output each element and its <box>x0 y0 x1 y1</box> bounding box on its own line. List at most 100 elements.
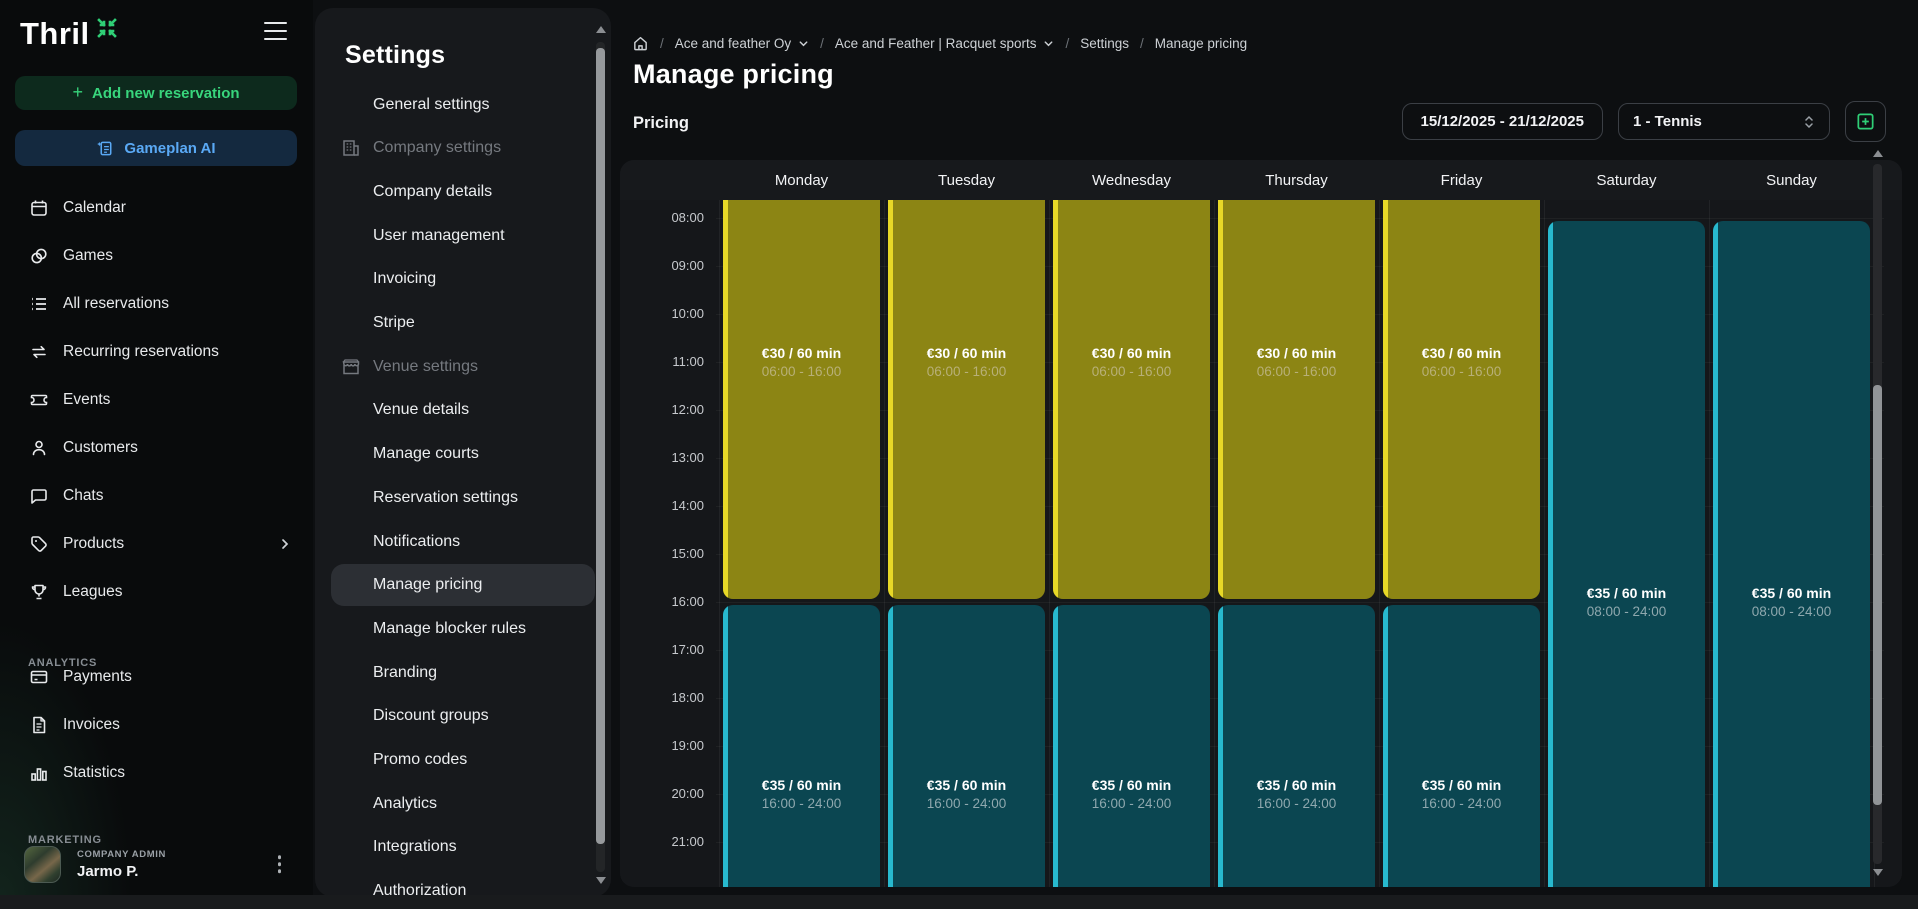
settings-item-branding[interactable]: Branding <box>315 653 597 693</box>
column-gridline <box>1544 200 1545 887</box>
settings-item-authorization[interactable]: Authorization <box>315 871 597 897</box>
settings-item-reservation-settings[interactable]: Reservation settings <box>315 478 597 518</box>
scroll-up-icon[interactable] <box>596 26 606 33</box>
pricing-block[interactable]: €35 / 60 min08:00 - 24:00 <box>1713 221 1870 887</box>
time-label: 15:00 <box>620 545 704 563</box>
pricing-block[interactable]: €30 / 60 min06:00 - 16:00 <box>723 200 880 599</box>
time-label: 11:00 <box>620 353 704 371</box>
home-icon[interactable] <box>632 35 649 52</box>
settings-item-analytics[interactable]: Analytics <box>315 784 597 824</box>
breadcrumb-company[interactable]: Ace and feather Oy <box>675 36 809 51</box>
add-reservation-button[interactable]: + Add new reservation <box>15 76 297 110</box>
block-price: €35 / 60 min <box>1092 776 1171 794</box>
breadcrumb: / Ace and feather Oy / Ace and Feather |… <box>632 35 1247 52</box>
scroll-up-icon[interactable] <box>1873 150 1883 157</box>
block-price: €30 / 60 min <box>762 344 841 362</box>
sidebar-item-customers[interactable]: Customers <box>0 424 313 472</box>
kebab-menu-icon[interactable] <box>278 855 282 873</box>
scroll-down-icon[interactable] <box>1873 869 1883 876</box>
day-header-thursday: Thursday <box>1218 160 1375 200</box>
scrollbar-thumb[interactable] <box>596 48 605 844</box>
settings-item-user-management[interactable]: User management <box>315 216 597 256</box>
menu-toggle-icon[interactable] <box>264 22 287 40</box>
settings-item-stripe[interactable]: Stripe <box>315 303 597 343</box>
breadcrumb-settings[interactable]: Settings <box>1080 36 1129 51</box>
pricing-block[interactable]: €35 / 60 min08:00 - 24:00 <box>1548 221 1705 887</box>
settings-item-invoicing[interactable]: Invoicing <box>315 259 597 299</box>
logo-spark-icon <box>95 16 119 40</box>
app-root: Thril + Add new reservation <box>0 0 1918 909</box>
court-select[interactable]: 1 - Tennis <box>1618 103 1830 140</box>
sidebar-item-products[interactable]: Products <box>0 520 313 568</box>
block-accent-stripe <box>1548 221 1553 887</box>
block-price: €30 / 60 min <box>1092 344 1171 362</box>
block-accent-stripe <box>1053 200 1058 599</box>
pricing-block[interactable]: €35 / 60 min16:00 - 24:00 <box>1053 605 1210 887</box>
sidebar-item-calendar[interactable]: Calendar <box>0 184 313 232</box>
gameplan-ai-button[interactable]: Gameplan AI <box>15 130 297 166</box>
sidebar-item-games[interactable]: Games <box>0 232 313 280</box>
block-time-range: 06:00 - 16:00 <box>1422 363 1502 381</box>
ticket-icon <box>28 390 49 411</box>
sidebar-item-all-reservations[interactable]: All reservations <box>0 280 313 328</box>
logo[interactable]: Thril <box>20 16 119 52</box>
pricing-block[interactable]: €30 / 60 min06:00 - 16:00 <box>1383 200 1540 599</box>
pricing-block[interactable]: €35 / 60 min16:00 - 24:00 <box>1383 605 1540 887</box>
time-label: 08:00 <box>620 209 704 227</box>
day-header-monday: Monday <box>723 160 880 200</box>
settings-item-company-details[interactable]: Company details <box>315 172 597 212</box>
settings-item-venue-details[interactable]: Venue details <box>315 390 597 430</box>
block-accent-stripe <box>723 605 728 887</box>
scrollbar-thumb[interactable] <box>1873 385 1882 805</box>
building-icon <box>341 138 361 158</box>
block-time-range: 16:00 - 24:00 <box>927 795 1007 813</box>
bar-chart-icon <box>28 763 49 784</box>
block-price: €30 / 60 min <box>1257 344 1336 362</box>
block-price: €35 / 60 min <box>1257 776 1336 794</box>
pricing-block[interactable]: €30 / 60 min06:00 - 16:00 <box>1053 200 1210 599</box>
credit-card-icon <box>28 667 49 688</box>
breadcrumb-venue[interactable]: Ace and Feather | Racquet sports <box>835 36 1055 51</box>
settings-title: Settings <box>345 41 445 70</box>
block-time-range: 16:00 - 24:00 <box>1422 795 1502 813</box>
plus-square-icon <box>1855 111 1876 132</box>
settings-item-discount-groups[interactable]: Discount groups <box>315 696 597 736</box>
pricing-block[interactable]: €30 / 60 min06:00 - 16:00 <box>888 200 1045 599</box>
scroll-down-icon[interactable] <box>596 877 606 884</box>
grid-scrollbar[interactable] <box>1873 150 1882 880</box>
repeat-icon <box>28 342 49 363</box>
sidebar-item-leagues[interactable]: Leagues <box>0 568 313 616</box>
sidebar-item-payments[interactable]: Payments <box>0 653 313 701</box>
select-chevrons-icon <box>1803 114 1815 130</box>
sidebar-item-chats[interactable]: Chats <box>0 472 313 520</box>
settings-item-promo-codes[interactable]: Promo codes <box>315 740 597 780</box>
settings-item-integrations[interactable]: Integrations <box>315 827 597 867</box>
pricing-block[interactable]: €30 / 60 min06:00 - 16:00 <box>1218 200 1375 599</box>
settings-item-manage-pricing[interactable]: Manage pricing <box>315 565 597 605</box>
pricing-block[interactable]: €35 / 60 min16:00 - 24:00 <box>888 605 1045 887</box>
day-header-saturday: Saturday <box>1548 160 1705 200</box>
time-label: 12:00 <box>620 401 704 419</box>
settings-scrollbar[interactable] <box>596 22 605 890</box>
grid-day-header-row: MondayTuesdayWednesdayThursdayFridaySatu… <box>620 160 1902 200</box>
trophy-icon <box>28 582 49 603</box>
sidebar-analytics-nav: Payments Invoices Statistics <box>0 653 313 797</box>
time-label: 18:00 <box>620 689 704 707</box>
date-range-button[interactable]: 15/12/2025 - 21/12/2025 <box>1402 103 1603 140</box>
time-label: 19:00 <box>620 737 704 755</box>
time-label: 14:00 <box>620 497 704 515</box>
user-menu[interactable]: COMPANY ADMIN Jarmo P. <box>0 838 313 890</box>
pricing-block[interactable]: €35 / 60 min16:00 - 24:00 <box>1218 605 1375 887</box>
settings-item-manage-blocker-rules[interactable]: Manage blocker rules <box>315 609 597 649</box>
sidebar-item-statistics[interactable]: Statistics <box>0 749 313 797</box>
add-pricing-button[interactable] <box>1845 101 1886 142</box>
pricing-block[interactable]: €35 / 60 min16:00 - 24:00 <box>723 605 880 887</box>
column-gridline <box>1379 200 1380 887</box>
sidebar-item-events[interactable]: Events <box>0 376 313 424</box>
sidebar-item-invoices[interactable]: Invoices <box>0 701 313 749</box>
settings-item-notifications[interactable]: Notifications <box>315 522 597 562</box>
sidebar-item-recurring-reservations[interactable]: Recurring reservations <box>0 328 313 376</box>
block-price: €35 / 60 min <box>1752 584 1831 602</box>
settings-item-general-settings[interactable]: General settings <box>315 85 597 125</box>
settings-item-manage-courts[interactable]: Manage courts <box>315 434 597 474</box>
